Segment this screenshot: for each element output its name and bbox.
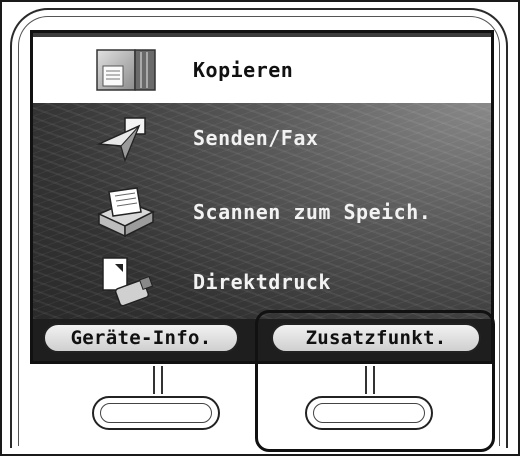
right-button-stem — [365, 366, 375, 394]
scan-icon — [91, 184, 161, 240]
menu-item-copy[interactable]: Kopieren — [33, 37, 491, 103]
send-icon — [91, 110, 161, 166]
menu-item-label: Scannen zum Speich. — [193, 200, 432, 224]
lcd-screen: Kopieren Senden/Fax Scannen zum Speich. … — [30, 30, 494, 364]
menu-item-direct-print[interactable]: Direktdruck — [33, 249, 491, 315]
menu-item-label: Senden/Fax — [193, 126, 319, 150]
device-info-softkey[interactable]: Geräte-Info. — [43, 323, 239, 353]
menu-item-label: Kopieren — [193, 58, 294, 82]
left-button-stem — [153, 366, 163, 394]
copy-icon — [91, 42, 161, 98]
direct-print-icon — [91, 254, 161, 310]
menu-item-send-fax[interactable]: Senden/Fax — [33, 105, 491, 171]
left-hardware-button[interactable] — [92, 396, 220, 430]
menu-item-label: Direktdruck — [193, 270, 331, 294]
right-hardware-button[interactable] — [305, 396, 433, 430]
menu-item-scan-to-memory[interactable]: Scannen zum Speich. — [33, 179, 491, 245]
additional-functions-softkey[interactable]: Zusatzfunkt. — [271, 323, 481, 353]
